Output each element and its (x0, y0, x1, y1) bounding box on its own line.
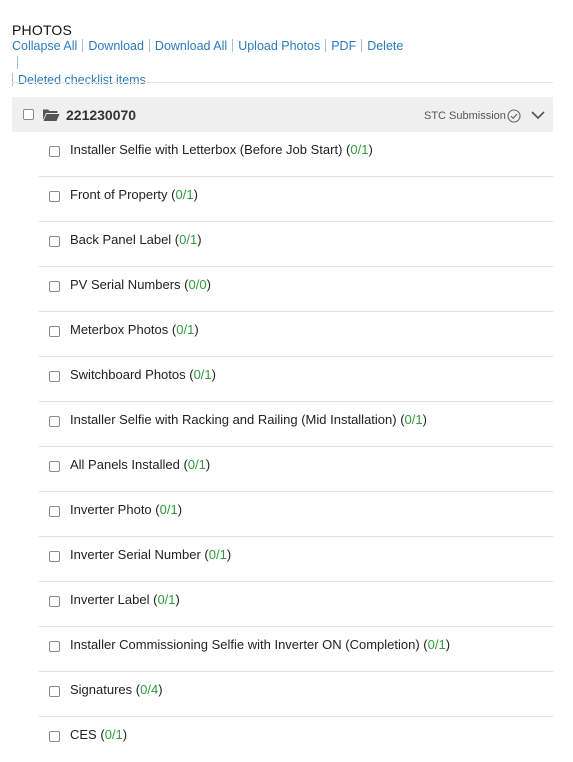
item-checkbox[interactable] (49, 461, 60, 472)
checklist-item[interactable]: Switchboard Photos (0/1) (39, 357, 553, 402)
separator (12, 73, 13, 86)
delete-link[interactable]: Delete (367, 39, 403, 53)
item-label: Inverter Photo (0/1) (70, 502, 183, 517)
item-count: 0/1 (179, 232, 198, 247)
checklist-item[interactable]: Installer Selfie with Racking and Railin… (39, 402, 553, 447)
item-count: 0/1 (208, 547, 227, 562)
photos-panel: PHOTOS Collapse All Download Download All U… (0, 0, 573, 761)
item-count: 0/1 (350, 142, 369, 157)
checklist-item[interactable]: Inverter Label (0/1) (39, 582, 553, 627)
item-checkbox[interactable] (49, 596, 60, 607)
item-checkbox[interactable] (49, 641, 60, 652)
separator (148, 39, 150, 52)
checklist-item[interactable]: Back Panel Label (0/1) (39, 222, 553, 267)
item-count: 0/1 (404, 412, 423, 427)
item-checkbox[interactable] (49, 551, 60, 562)
checklist-item[interactable]: Inverter Photo (0/1) (39, 492, 553, 537)
item-label: CES (0/1) (70, 727, 128, 742)
item-checkbox[interactable] (49, 191, 60, 202)
pdf-link[interactable]: PDF (331, 39, 356, 53)
item-checkbox[interactable] (49, 416, 60, 427)
group-header[interactable]: 221230070 STC Submission (12, 97, 553, 132)
divider (12, 82, 553, 83)
item-label: Installer Commissioning Selfie with Inve… (70, 637, 451, 652)
item-count: 0/1 (187, 457, 206, 472)
item-label: All Panels Installed (0/1) (70, 457, 211, 472)
checklist-item[interactable]: Meterbox Photos (0/1) (39, 312, 553, 357)
download-all-link[interactable]: Download All (155, 39, 227, 53)
checklist-item[interactable]: Installer Selfie with Letterbox (Before … (39, 132, 553, 177)
checklist-items: Installer Selfie with Letterbox (Before … (39, 132, 553, 762)
item-count: 0/1 (176, 322, 195, 337)
item-checkbox[interactable] (49, 731, 60, 742)
item-checkbox[interactable] (49, 371, 60, 382)
stc-submission-label: STC Submission (424, 110, 506, 122)
item-label: Installer Selfie with Letterbox (Before … (70, 142, 373, 157)
group-checkbox[interactable] (23, 109, 34, 120)
checklist-item[interactable]: All Panels Installed (0/1) (39, 447, 553, 492)
folder-icon (43, 109, 60, 121)
item-count: 0/4 (140, 682, 159, 697)
item-label: Installer Selfie with Racking and Railin… (70, 412, 427, 427)
checklist-item[interactable]: CES (0/1) (39, 717, 553, 762)
checklist-item[interactable]: PV Serial Numbers (0/0) (39, 267, 553, 312)
item-count: 0/1 (427, 637, 446, 652)
separator (325, 39, 327, 52)
item-count: 0/1 (157, 592, 176, 607)
section-title: PHOTOS (12, 22, 73, 38)
item-label: PV Serial Numbers (0/0) (70, 277, 211, 292)
check-circle-icon[interactable] (507, 109, 521, 123)
item-count: 0/1 (104, 727, 123, 742)
item-checkbox[interactable] (49, 686, 60, 697)
group-id: 221230070 (66, 107, 137, 123)
item-count: 0/1 (175, 187, 194, 202)
item-checkbox[interactable] (49, 281, 60, 292)
checklist-item[interactable]: Inverter Serial Number (0/1) (39, 537, 553, 582)
item-label: Inverter Serial Number (0/1) (70, 547, 232, 562)
item-count: 0/0 (188, 277, 207, 292)
collapse-all-link[interactable]: Collapse All (12, 39, 77, 53)
item-checkbox[interactable] (49, 236, 60, 247)
item-label: Inverter Label (0/1) (70, 592, 180, 607)
item-count: 0/1 (193, 367, 212, 382)
item-checkbox[interactable] (49, 326, 60, 337)
separator (361, 39, 363, 52)
separator (17, 56, 18, 69)
separator (82, 39, 84, 52)
item-label: Back Panel Label (0/1) (70, 232, 202, 247)
upload-photos-link[interactable]: Upload Photos (238, 39, 320, 53)
item-count: 0/1 (159, 502, 178, 517)
item-label: Meterbox Photos (0/1) (70, 322, 199, 337)
download-link[interactable]: Download (88, 39, 144, 53)
item-checkbox[interactable] (49, 506, 60, 517)
chevron-down-icon[interactable] (530, 109, 546, 121)
checklist-item[interactable]: Installer Commissioning Selfie with Inve… (39, 627, 553, 672)
separator (232, 39, 234, 52)
item-checkbox[interactable] (49, 146, 60, 157)
item-label: Front of Property (0/1) (70, 187, 198, 202)
deleted-checklist-items-link[interactable]: Deleted checklist items (18, 73, 146, 87)
item-label: Switchboard Photos (0/1) (70, 367, 216, 382)
item-label: Signatures (0/4) (70, 682, 163, 697)
checklist-item[interactable]: Signatures (0/4) (39, 672, 553, 717)
checklist-item[interactable]: Front of Property (0/1) (39, 177, 553, 222)
